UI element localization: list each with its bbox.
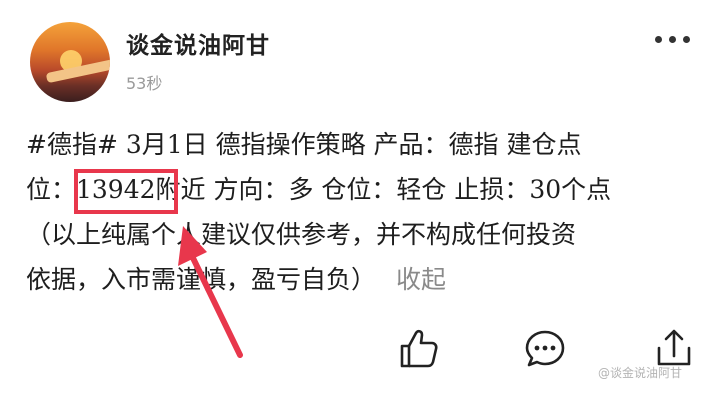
collapse-link[interactable]: 收起 — [396, 265, 446, 294]
post-time: 53秒 — [126, 74, 163, 93]
post-line-3: （以上纯属个人建议仅供参考，并不构成任何投资 — [26, 220, 577, 249]
post-line-4-text: 依据，入市需谨慎，盈亏自负） — [26, 265, 377, 294]
author-name[interactable]: 谈金说油阿甘 — [126, 26, 270, 60]
watermark: @谈金说油阿甘 — [598, 366, 683, 380]
like-button[interactable] — [396, 326, 442, 372]
more-options-icon[interactable] — [655, 36, 691, 46]
avatar[interactable] — [30, 22, 110, 102]
price-highlight-box — [74, 169, 178, 214]
post-line-4: 依据，入市需谨慎，盈亏自负） 收起 — [26, 257, 696, 302]
thumbs-up-icon — [400, 329, 438, 368]
post-line-1: #德指# 3月1日 德指操作策略 产品：德指 建仓点 — [26, 130, 582, 159]
comment-button[interactable] — [522, 326, 568, 372]
comment-icon — [525, 330, 565, 367]
